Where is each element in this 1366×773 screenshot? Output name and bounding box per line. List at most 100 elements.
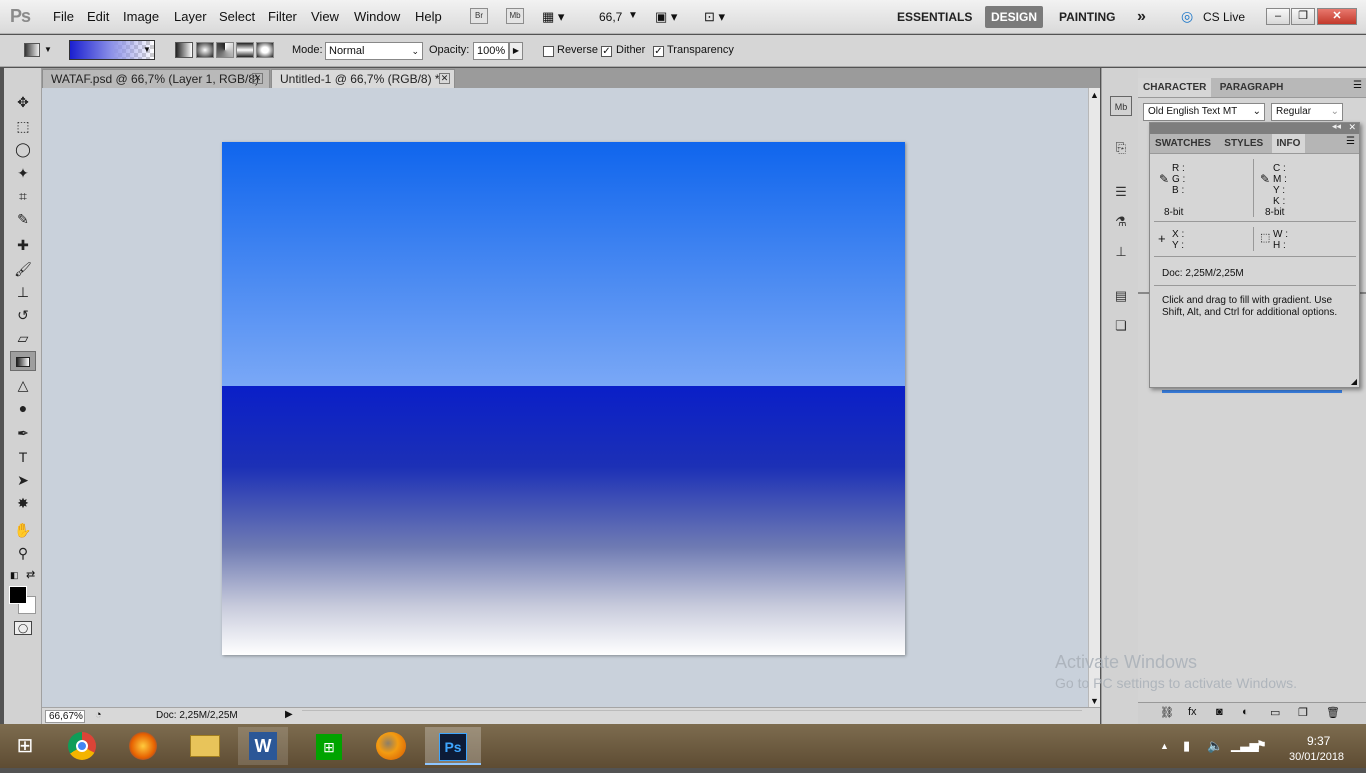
default-colors-icon[interactable]: ◧ (10, 570, 19, 581)
eyedropper-tool-icon[interactable]: ✎ (10, 209, 36, 229)
tab-info[interactable]: INFO (1271, 134, 1306, 153)
adjustments-icon[interactable]: ☰ (1110, 182, 1132, 202)
panel-menu-icon[interactable]: ☰ (1353, 80, 1362, 91)
angle-gradient-icon[interactable] (216, 42, 234, 58)
tab-character[interactable]: CHARACTER (1138, 78, 1212, 97)
history-icon[interactable]: ⎘ (1110, 138, 1132, 158)
tab-swatches[interactable]: SWATCHES (1150, 134, 1216, 153)
windows-start-icon[interactable]: ⊞ (0, 727, 50, 765)
canvas-workspace[interactable] (42, 88, 1088, 708)
menu-filter[interactable]: Filter (268, 9, 297, 24)
path-selection-tool-icon[interactable]: ➤ (10, 470, 36, 490)
lasso-tool-icon[interactable]: ◯ (10, 139, 36, 159)
mini-bridge-icon[interactable]: Mb (1110, 96, 1132, 116)
scroll-down-icon[interactable]: ▼ (1090, 696, 1099, 706)
volume-muted-icon[interactable]: 🔈 (1207, 738, 1223, 754)
more-workspaces-icon[interactable]: » (1131, 6, 1152, 28)
arrange-documents-icon[interactable]: ▣ ▾ (655, 9, 677, 25)
radial-gradient-icon[interactable] (196, 42, 214, 58)
tab-wataf[interactable]: WATAF.psd @ 66,7% (Layer 1, RGB/8) ✕ (42, 69, 270, 88)
mode-select[interactable]: Normal ⌄ (325, 42, 423, 60)
app-orange-icon[interactable] (366, 727, 416, 765)
signal-icon[interactable]: ▁▃▅ (1231, 738, 1259, 752)
tab-styles[interactable]: STYLES (1219, 134, 1268, 153)
scroll-up-icon[interactable]: ▲ (1090, 90, 1099, 100)
minimize-button[interactable]: – (1266, 8, 1290, 25)
view-extras-icon[interactable]: ▦ ▾ (542, 9, 564, 25)
hand-tool-icon[interactable]: ✋ (10, 520, 36, 540)
tool-preset-icon[interactable] (24, 43, 40, 57)
healing-brush-tool-icon[interactable]: ✚ (10, 235, 36, 255)
firefox-icon[interactable] (118, 727, 168, 765)
paragraph-styles-icon[interactable]: ▤ (1110, 286, 1132, 306)
cs-live-menu[interactable]: CS Live (1203, 10, 1245, 24)
dodge-tool-icon[interactable]: ● (10, 398, 36, 418)
diamond-gradient-icon[interactable] (256, 42, 274, 58)
font-family-select[interactable]: Old English Text MT ⌄ (1143, 103, 1265, 121)
tool-preset-dropdown-icon[interactable]: ▼ (44, 45, 52, 54)
network-icon[interactable]: ⚑ (1256, 738, 1267, 752)
panel-menu-icon[interactable]: ☰ (1346, 136, 1355, 147)
screen-mode-icon[interactable]: ⊡ ▾ (704, 9, 725, 25)
shape-tool-icon[interactable]: ✸ (10, 493, 36, 513)
zoom-level[interactable]: 66,7 (599, 10, 622, 24)
workspace-essentials[interactable]: ESSENTIALS (891, 6, 978, 28)
layer-comps-icon[interactable]: ❏ (1110, 316, 1132, 336)
bridge-button[interactable]: Br (470, 8, 488, 24)
show-hidden-icons[interactable]: ▲ (1160, 741, 1169, 751)
history-brush-tool-icon[interactable]: ↺ (10, 305, 36, 325)
opacity-input[interactable]: 100% (473, 42, 509, 60)
word-icon[interactable]: W (238, 727, 288, 765)
quick-mask-icon[interactable]: ◯ (14, 621, 32, 635)
brush-tool-icon[interactable]: 🖌 (10, 259, 36, 279)
new-group-icon[interactable]: ▭ (1270, 706, 1280, 719)
clock-time[interactable]: 9:37 (1307, 734, 1330, 748)
swap-colors-icon[interactable]: ⇄ (26, 568, 35, 581)
clone-source-icon[interactable]: ⊥ (1110, 242, 1132, 262)
mini-bridge-button[interactable]: Mb (506, 8, 524, 24)
panel-titlebar[interactable]: ◂◂ ✕ (1150, 121, 1359, 134)
clock-date[interactable]: 30/01/2018 (1289, 751, 1344, 763)
menu-window[interactable]: Window (354, 9, 400, 24)
tab-untitled[interactable]: Untitled-1 @ 66,7% (RGB/8) * ✕ (271, 69, 455, 88)
masks-icon[interactable]: ⚗ (1110, 212, 1132, 232)
zoom-tool-icon[interactable]: ⚲ (10, 543, 36, 563)
vertical-scrollbar[interactable]: ▲ ▼ (1088, 88, 1100, 708)
file-explorer-icon[interactable] (180, 727, 230, 765)
status-info-icon[interactable]: ◔ (95, 709, 102, 721)
menu-layer[interactable]: Layer (174, 9, 207, 24)
menu-image[interactable]: Image (123, 9, 159, 24)
pen-tool-icon[interactable]: ✒ (10, 423, 36, 443)
horizontal-scrollbar[interactable] (302, 710, 1082, 722)
menu-file[interactable]: File (53, 9, 74, 24)
eraser-tool-icon[interactable]: ▱ (10, 328, 36, 348)
status-menu-icon[interactable]: ▶ (285, 709, 293, 720)
reverse-checkbox[interactable] (543, 44, 554, 58)
close-button[interactable]: ✕ (1317, 8, 1357, 25)
close-tab-icon[interactable]: ✕ (439, 73, 450, 84)
photoshop-taskbar-icon[interactable]: Ps (425, 727, 481, 765)
linear-gradient-icon[interactable] (175, 42, 193, 58)
move-tool-icon[interactable]: ✥ (10, 92, 36, 112)
menu-view[interactable]: View (311, 9, 339, 24)
menu-edit[interactable]: Edit (87, 9, 109, 24)
quick-selection-tool-icon[interactable]: ✦ (10, 163, 36, 183)
type-tool-icon[interactable]: T (10, 447, 36, 467)
tab-paragraph[interactable]: PARAGRAPH (1215, 78, 1289, 97)
close-icon[interactable]: ✕ (1348, 122, 1356, 133)
link-layers-icon[interactable]: ⛓ (1160, 706, 1174, 719)
zoom-field[interactable]: 66,67% (45, 710, 85, 723)
cs-live-icon[interactable]: ◎ (1181, 8, 1193, 25)
foreground-color-swatch[interactable] (9, 586, 27, 604)
workspace-design[interactable]: DESIGN (985, 6, 1044, 28)
menu-help[interactable]: Help (415, 9, 442, 24)
marquee-tool-icon[interactable]: ⬚ (10, 116, 36, 136)
collapse-icon[interactable]: ◂◂ (1332, 121, 1341, 132)
layer-style-icon[interactable]: fx (1188, 706, 1197, 718)
transparency-checkbox[interactable]: ✓ (653, 44, 664, 58)
battery-icon[interactable]: ▮ (1183, 738, 1190, 754)
resize-grip-icon[interactable]: ◢ (1351, 377, 1357, 386)
store-icon[interactable]: ⊞ (304, 727, 354, 765)
layer-mask-icon[interactable]: ◙ (1216, 706, 1223, 718)
workspace-painting[interactable]: PAINTING (1053, 6, 1121, 28)
